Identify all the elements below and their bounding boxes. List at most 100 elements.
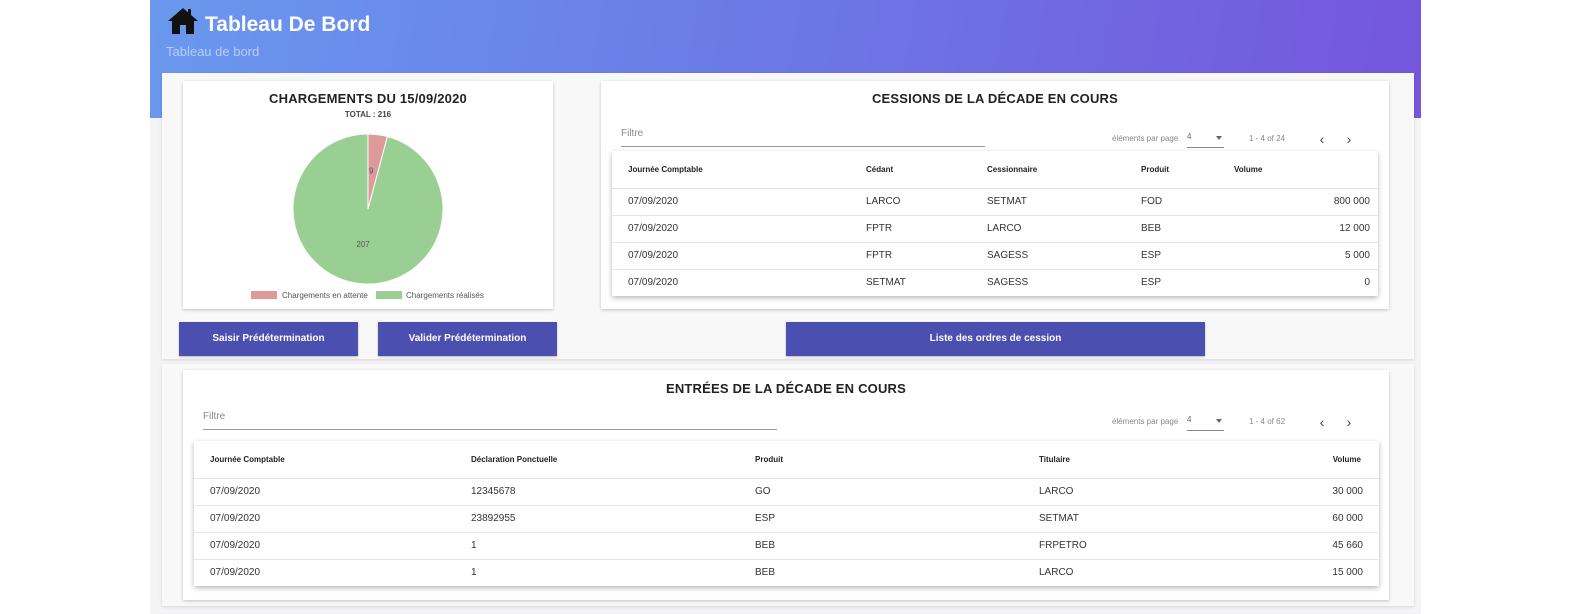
table-cell: LARCO [858, 188, 979, 216]
table-cell: 12345678 [463, 478, 747, 506]
caret-down-icon [1216, 136, 1222, 140]
table-cell: 23892955 [463, 505, 747, 533]
entrees-card: ENTRÉES DE LA DÉCADE EN COURS Filtre élé… [183, 370, 1389, 600]
cessions-title: CESSIONS DE LA DÉCADE EN COURS [871, 91, 1119, 106]
table-row[interactable]: 07/09/2020 1 BEB LARCO 15 000 [194, 559, 1379, 586]
column-header[interactable]: Volume [1251, 441, 1379, 479]
cessions-page-size-value: 4 [1187, 132, 1192, 141]
table-cell: 1 [471, 567, 477, 579]
page-title: Tableau De Bord [205, 13, 371, 36]
table-row[interactable]: 07/09/2020 LARCO SETMAT FOD 800 000 [612, 188, 1378, 216]
pie-data-label: 207 [356, 240, 370, 249]
saisir-predetermination-button[interactable]: Saisir Prédétermination [179, 322, 358, 356]
table-cell: 07/09/2020 [210, 567, 261, 579]
table-cell: 07/09/2020 [194, 478, 463, 506]
breadcrumb[interactable]: Tableau de bord [166, 44, 259, 59]
table-cell: ESP [1141, 277, 1162, 289]
legend-swatch-realises [376, 291, 402, 299]
table-cell: BEB [1133, 215, 1234, 243]
table-row[interactable]: 07/09/2020 FPTR LARCO BEB 12 000 [612, 215, 1378, 243]
table-cell: BEB [755, 567, 776, 579]
pie-slice-realises[interactable] [292, 133, 444, 285]
cessions-range-label: 1 - 4 of 24 [1249, 134, 1286, 143]
table-cell: ESP [1133, 242, 1234, 270]
table-cell: GO [747, 478, 1031, 506]
home-icon[interactable] [166, 6, 200, 36]
table-row[interactable]: 07/09/2020 SETMAT SAGESS ESP 0 [612, 269, 1378, 296]
table-cell: FRPETRO [1031, 532, 1251, 560]
top-panel: CHARGEMENTS DU 15/09/2020 TOTAL : 216 92… [162, 73, 1414, 359]
table-cell: 5 000 [1234, 242, 1378, 270]
table-cell: 800 000 [1234, 188, 1378, 216]
column-header[interactable]: Volume [1234, 151, 1378, 189]
chevron-left-icon[interactable]: ‹ [1315, 415, 1329, 429]
table-cell: FOD [1133, 188, 1234, 216]
table-cell: SETMAT [866, 277, 906, 289]
table-cell: SAGESS [987, 277, 1029, 289]
table-cell: 07/09/2020 [194, 532, 463, 560]
column-header[interactable]: Journée Comptable [194, 441, 463, 479]
table-cell: SETMAT [979, 188, 1133, 216]
column-header[interactable]: Produit [1133, 151, 1234, 189]
table-cell: 0 [1364, 277, 1370, 289]
dashboard-app: Tableau De Bord Tableau de bord CHARGEME… [150, 0, 1421, 614]
table-row[interactable]: 07/09/2020 12345678 GO LARCO 30 000 [194, 478, 1379, 506]
table-cell: 30 000 [1251, 478, 1379, 506]
legend-label-en-attente: Chargements en attente [282, 291, 368, 300]
cessions-card: CESSIONS DE LA DÉCADE EN COURS Filtre él… [601, 81, 1389, 309]
chargements-card: CHARGEMENTS DU 15/09/2020 TOTAL : 216 92… [183, 81, 553, 309]
column-header[interactable]: Cédant [858, 151, 979, 189]
table-cell: 1 [463, 532, 747, 560]
column-header[interactable]: Déclaration Ponctuelle [463, 441, 747, 479]
table-cell: 60 000 [1251, 505, 1379, 533]
bottom-panel: ENTRÉES DE LA DÉCADE EN COURS Filtre élé… [162, 364, 1414, 606]
table-cell: FPTR [858, 215, 979, 243]
entrees-range-label: 1 - 4 of 62 [1249, 417, 1286, 426]
valider-predetermination-button[interactable]: Valider Prédétermination [378, 322, 557, 356]
column-header[interactable]: Cessionnaire [979, 151, 1133, 189]
chevron-right-icon[interactable]: › [1342, 415, 1356, 429]
table-cell: BEB [747, 532, 1031, 560]
pie-data-label: 9 [369, 166, 374, 175]
table-header-row: Journée Comptable Cédant Cessionnaire Pr… [612, 151, 1378, 189]
table-cell: 12 000 [1234, 215, 1378, 243]
table-cell: 07/09/2020 [612, 188, 858, 216]
table-cell: 07/09/2020 [612, 215, 858, 243]
chevron-right-icon[interactable]: › [1342, 132, 1356, 146]
table-row[interactable]: 07/09/2020 FPTR SAGESS ESP 5 000 [612, 242, 1378, 270]
entrees-page-size-select[interactable]: 4 [1187, 415, 1224, 431]
table-cell: 07/09/2020 [194, 505, 463, 533]
column-header[interactable]: Journée Comptable [612, 151, 858, 189]
cessions-filter-input[interactable]: Filtre [621, 125, 985, 147]
table-cell: SETMAT [1031, 505, 1251, 533]
column-header[interactable]: Titulaire [1031, 441, 1251, 479]
table-cell: LARCO [1039, 567, 1074, 579]
cessions-page-size-select[interactable]: 4 [1187, 132, 1224, 148]
entrees-title: ENTRÉES DE LA DÉCADE EN COURS [665, 381, 907, 396]
entrees-page-size-value: 4 [1187, 415, 1192, 424]
liste-ordres-cession-button[interactable]: Liste des ordres de cession [786, 322, 1205, 356]
table-row[interactable]: 07/09/2020 1 BEB FRPETRO 45 660 [194, 532, 1379, 560]
entrees-table: Journée Comptable Déclaration Ponctuelle… [194, 441, 1379, 586]
table-cell: LARCO [979, 215, 1133, 243]
entrees-per-page-label: éléments par page [1112, 417, 1179, 426]
table-cell: SAGESS [979, 242, 1133, 270]
column-header[interactable]: Produit [747, 441, 1031, 479]
cessions-table: Journée Comptable Cédant Cessionnaire Pr… [612, 151, 1378, 296]
table-cell: LARCO [1031, 478, 1251, 506]
table-cell: 07/09/2020 [628, 277, 679, 289]
caret-down-icon [1216, 419, 1222, 423]
table-cell: 07/09/2020 [612, 242, 858, 270]
chargements-pie-chart: 9 207 [292, 133, 444, 285]
cessions-per-page-label: éléments par page [1112, 134, 1179, 143]
table-cell: 15 000 [1332, 567, 1363, 579]
table-cell: ESP [747, 505, 1031, 533]
table-cell: FPTR [858, 242, 979, 270]
table-cell: 45 660 [1251, 532, 1379, 560]
table-header-row: Journée Comptable Déclaration Ponctuelle… [194, 441, 1379, 479]
table-row[interactable]: 07/09/2020 23892955 ESP SETMAT 60 000 [194, 505, 1379, 533]
legend-label-realises: Chargements réalisés [406, 291, 484, 300]
chevron-left-icon[interactable]: ‹ [1315, 132, 1329, 146]
entrees-filter-input[interactable]: Filtre [203, 408, 777, 430]
legend-swatch-en-attente [251, 291, 277, 299]
